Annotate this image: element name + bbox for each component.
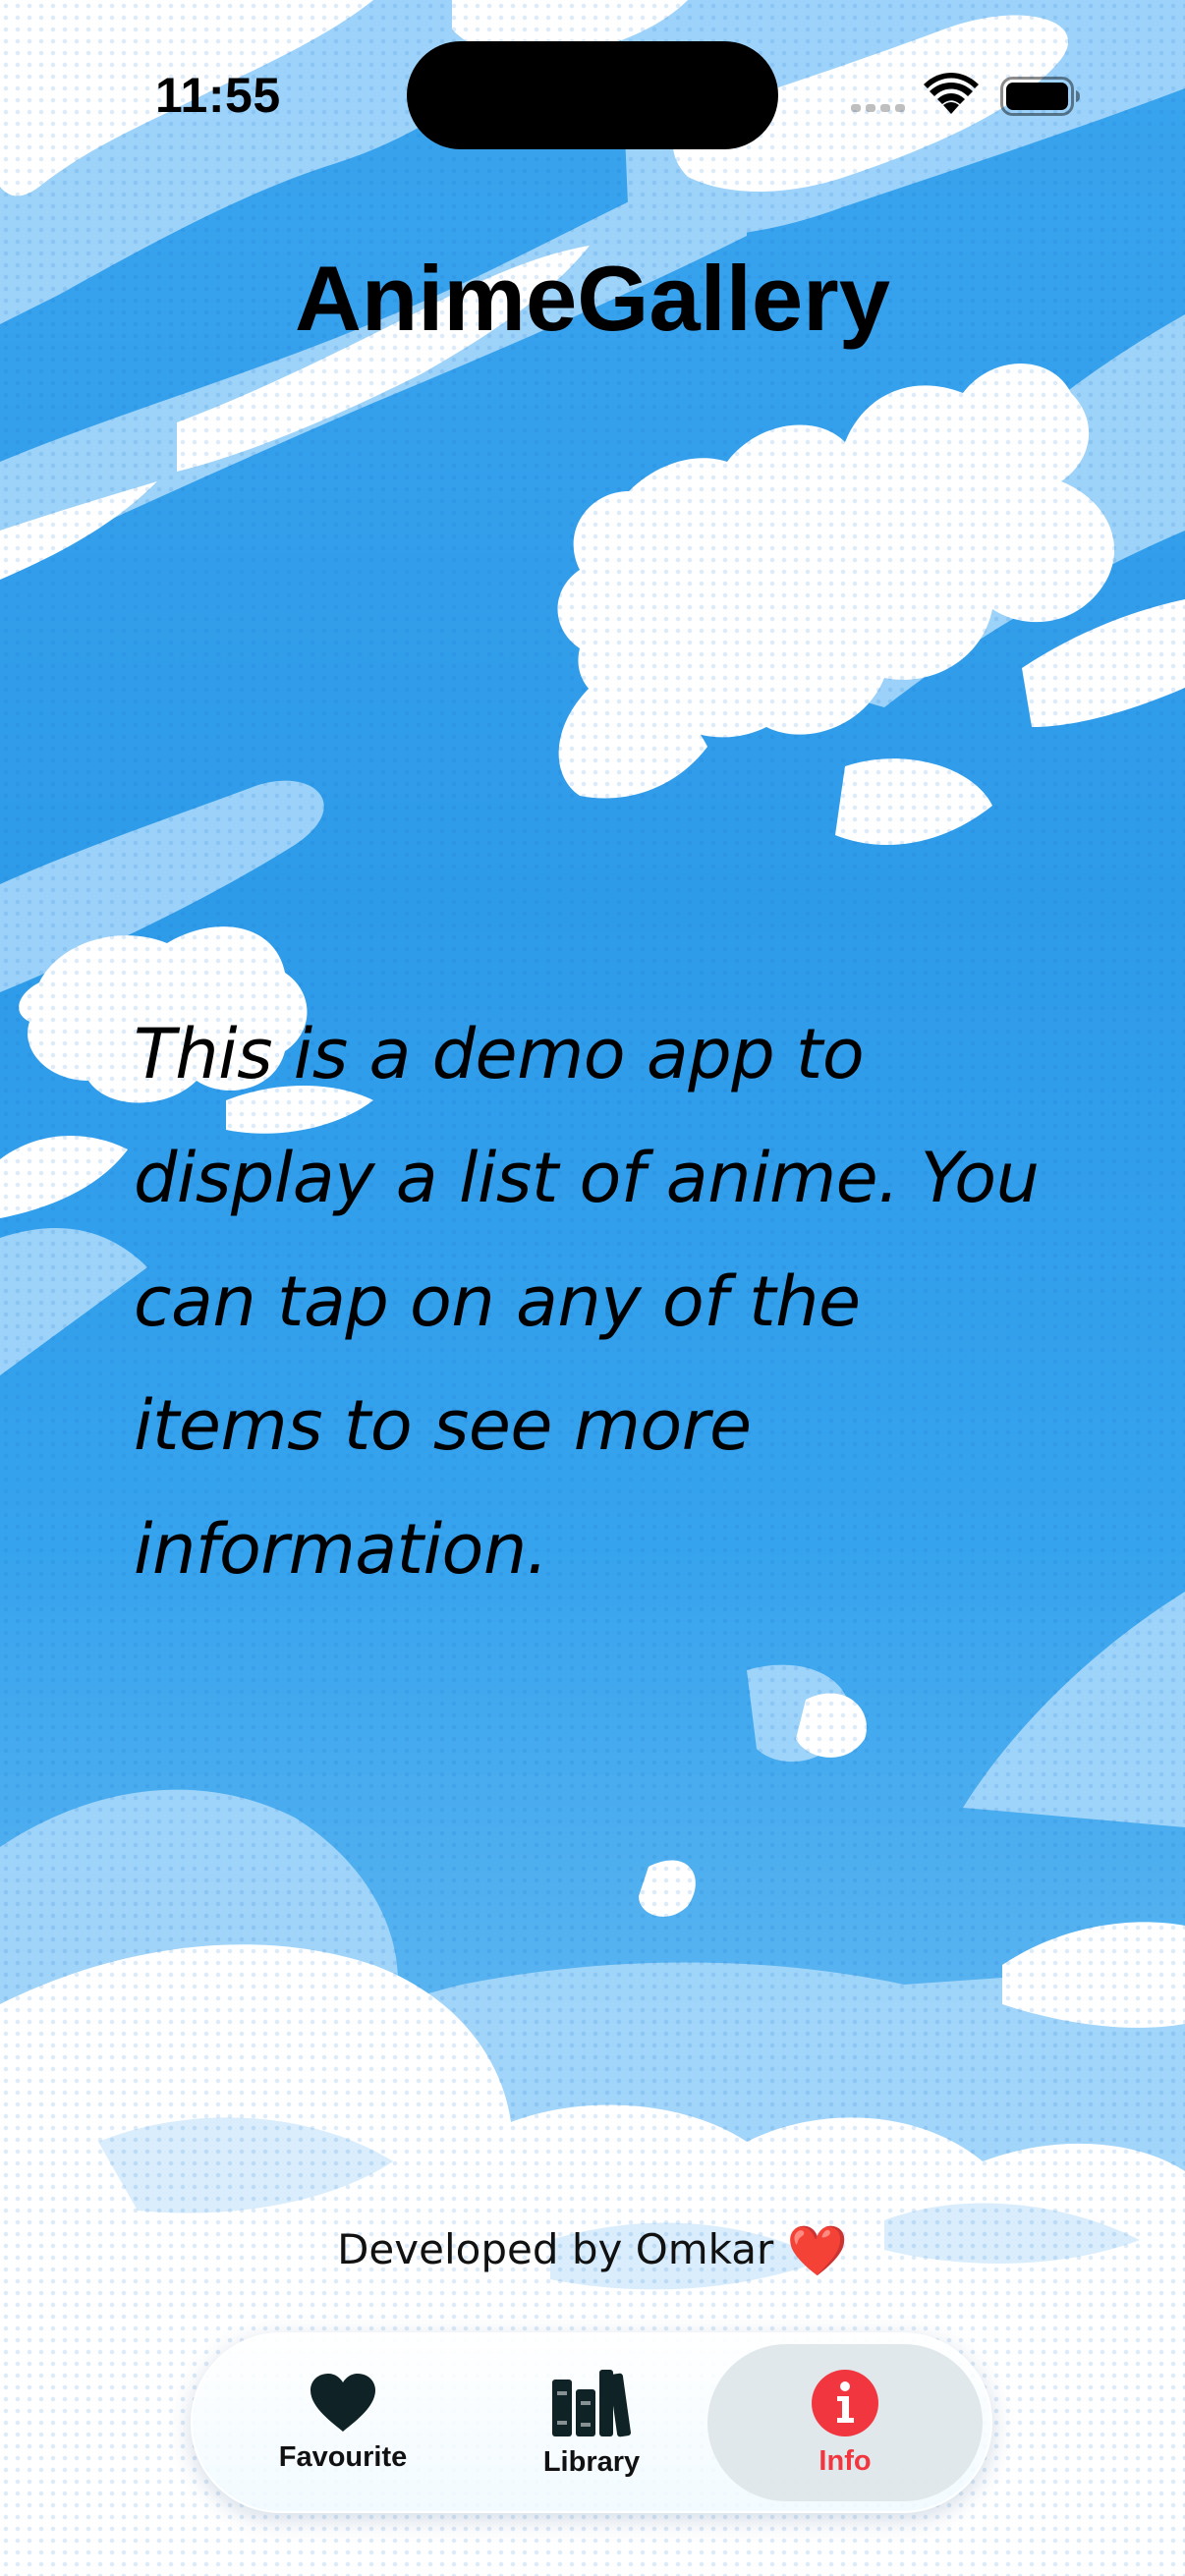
- tab-library[interactable]: Library: [469, 2344, 714, 2501]
- tab-label: Info: [818, 2444, 872, 2477]
- info-circle-icon: [812, 2369, 878, 2436]
- books-icon: [552, 2369, 631, 2436]
- heart-icon: [310, 2373, 375, 2432]
- app-screen: 11:55 AnimeGallery This is a demo app to…: [0, 0, 1185, 2576]
- battery-icon: [1000, 77, 1080, 116]
- status-bar-time: 11:55: [155, 68, 281, 123]
- page-title: AnimeGallery: [294, 247, 891, 350]
- tab-favourite[interactable]: Favourite: [220, 2344, 466, 2501]
- tab-label: Library: [542, 2445, 641, 2478]
- wifi-icon: [924, 73, 979, 114]
- tab-info[interactable]: Info: [707, 2344, 983, 2501]
- credit-text: Developed by Omkar: [337, 2225, 774, 2273]
- app-description-text: This is a demo app to display a list of …: [134, 1014, 1040, 1590]
- bottom-tab-bar: Favourite Library Info: [191, 2332, 992, 2513]
- dynamic-island: [407, 41, 778, 149]
- red-heart-emoji: ❤️: [786, 2222, 848, 2279]
- cellular-signal-icon: [851, 104, 905, 112]
- tab-label: Favourite: [278, 2440, 408, 2473]
- developer-credit: Developed by Omkar ❤️: [0, 2222, 1185, 2280]
